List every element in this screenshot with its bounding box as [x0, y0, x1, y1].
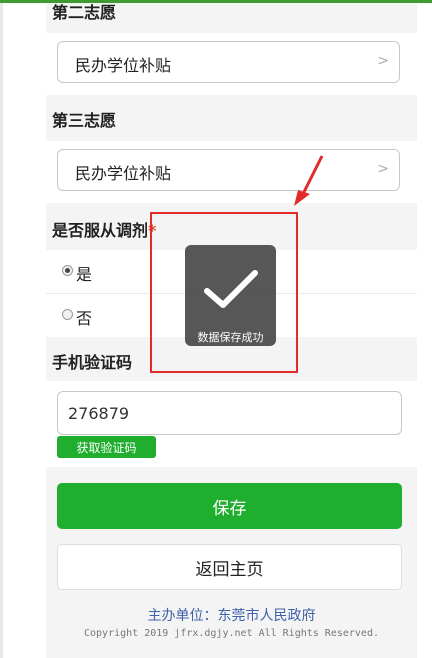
third-choice-label: 第三志愿 — [52, 111, 117, 130]
adjust-label-text: 是否服从调剂 — [52, 221, 149, 240]
sms-code-input[interactable] — [57, 391, 402, 435]
copyright-text: Copyright 2019 jfrx.dgjy.net All Rights … — [83, 628, 379, 639]
third-choice-select[interactable]: 民办学位补贴 > — [57, 149, 400, 191]
chevron-right-icon: > — [377, 53, 389, 69]
radio-no-circle[interactable] — [62, 309, 73, 320]
annotation-highlight-box — [150, 212, 298, 373]
second-choice-value: 民办学位补贴 — [75, 56, 172, 75]
radio-yes-circle[interactable] — [62, 265, 73, 276]
second-choice-band: 民办学位补贴 > — [46, 33, 417, 95]
third-choice-value: 民办学位补贴 — [75, 164, 172, 183]
radio-no-label: 否 — [76, 309, 93, 328]
sponsor-text[interactable]: 主办单位：东莞市人民政府 — [46, 605, 417, 625]
back-home-button[interactable]: 返回主页 — [57, 544, 402, 590]
radio-yes-label: 是 — [76, 265, 93, 284]
save-button[interactable]: 保存 — [57, 483, 402, 529]
third-choice-band: 民办学位补贴 > — [46, 141, 417, 203]
left-gutter — [0, 3, 46, 658]
second-choice-select[interactable]: 民办学位补贴 > — [57, 41, 400, 83]
left-edge — [0, 3, 3, 658]
annotation-arrow-icon — [294, 155, 324, 206]
second-choice-label: 第二志愿 — [52, 3, 117, 22]
adjust-label: 是否服从调剂* — [52, 217, 156, 241]
chevron-right-icon: > — [377, 161, 389, 177]
sms-code-label: 手机验证码 — [52, 353, 133, 372]
get-code-button[interactable]: 获取验证码 — [57, 436, 156, 458]
